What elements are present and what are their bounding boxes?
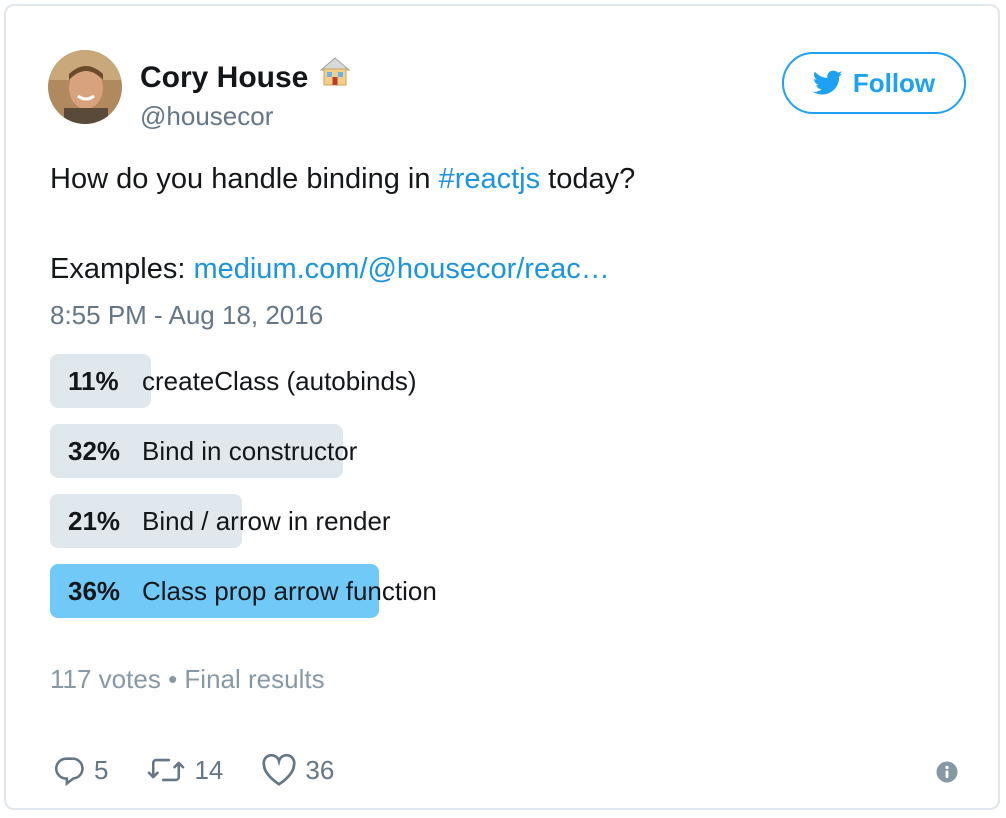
poll-choice: createClass (autobinds)	[142, 366, 417, 396]
avatar[interactable]	[48, 50, 122, 124]
heart-icon	[262, 753, 296, 786]
article-link[interactable]: medium.com/@housecor/reac…	[193, 253, 609, 285]
info-icon[interactable]	[936, 761, 958, 783]
poll-option: 11% createClass (autobinds)	[50, 354, 950, 408]
hashtag-link[interactable]: #reactjs	[439, 163, 541, 195]
poll-percent: 21%	[68, 506, 121, 536]
tweet-card: Cory House @housecor Follow How do you h…	[4, 4, 1000, 810]
poll-meta: 117 votes • Final results	[50, 662, 325, 696]
poll-label: 11% createClass (autobinds)	[68, 354, 417, 408]
tweet-text: How do you handle binding in	[50, 163, 439, 195]
like-button[interactable]: 36	[261, 753, 334, 787]
retweet-icon	[148, 758, 185, 782]
poll-votes: 117 votes	[50, 664, 161, 694]
retweet-count: 14	[194, 754, 224, 785]
twitter-bird-icon	[812, 70, 843, 95]
author-handle[interactable]: @housecor	[140, 99, 273, 133]
poll-percent: 32%	[68, 436, 121, 466]
tweet-text: Examples:	[50, 253, 194, 285]
poll-option: 21% Bind / arrow in render	[50, 494, 950, 548]
tweet-actions: 5 14 36	[52, 750, 372, 790]
reply-button[interactable]: 5	[52, 753, 108, 787]
tweet-timestamp[interactable]: 8:55 PM - Aug 18, 2016	[50, 298, 323, 332]
poll-choice: Bind / arrow in render	[142, 506, 391, 536]
meta-separator: •	[168, 664, 178, 694]
follow-button[interactable]: Follow	[782, 52, 966, 114]
poll-label: 36% Class prop arrow function	[68, 564, 437, 618]
poll-label: 32% Bind in constructor	[68, 424, 357, 478]
tweet-text: today?	[540, 163, 636, 195]
reply-icon	[54, 757, 84, 787]
poll-status: Final results	[184, 664, 325, 694]
poll-choice: Class prop arrow function	[142, 576, 437, 606]
author-name[interactable]: Cory House	[140, 56, 352, 99]
poll-label: 21% Bind / arrow in render	[68, 494, 391, 548]
author-name-text[interactable]: Cory House	[140, 61, 308, 94]
poll-choice: Bind in constructor	[142, 436, 358, 466]
poll-option: 32% Bind in constructor	[50, 424, 950, 478]
follow-label[interactable]: Follow	[853, 68, 935, 99]
poll-option: 36% Class prop arrow function	[50, 564, 950, 618]
house-emoji-icon	[318, 54, 352, 99]
retweet-button[interactable]: 14	[146, 753, 223, 787]
poll-percent: 36%	[68, 576, 121, 606]
tweet-text-line2: Examples: medium.com/@housecor/reac…	[50, 250, 610, 288]
like-count: 36	[305, 754, 335, 785]
poll-percent: 11%	[68, 366, 119, 396]
reply-count: 5	[94, 754, 109, 785]
tweet-text-line1: How do you handle binding in #reactjs to…	[50, 160, 635, 198]
